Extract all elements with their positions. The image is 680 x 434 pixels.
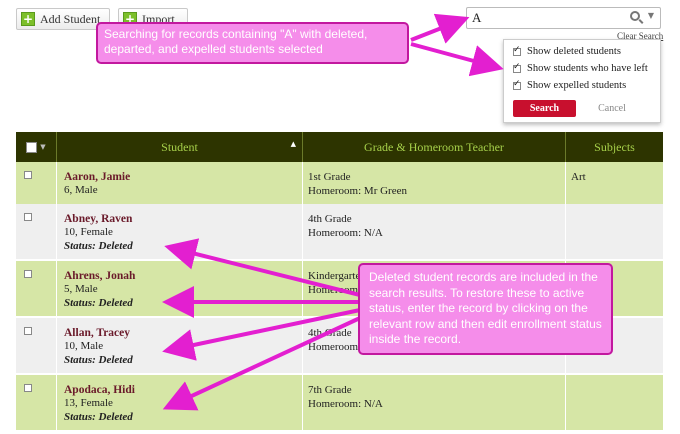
search-annotation-callout: Searching for records containing "A" wit… [96,22,409,64]
deleted-annotation-callout: Deleted student records are included in … [358,263,613,355]
annotation-arrows [162,13,504,411]
